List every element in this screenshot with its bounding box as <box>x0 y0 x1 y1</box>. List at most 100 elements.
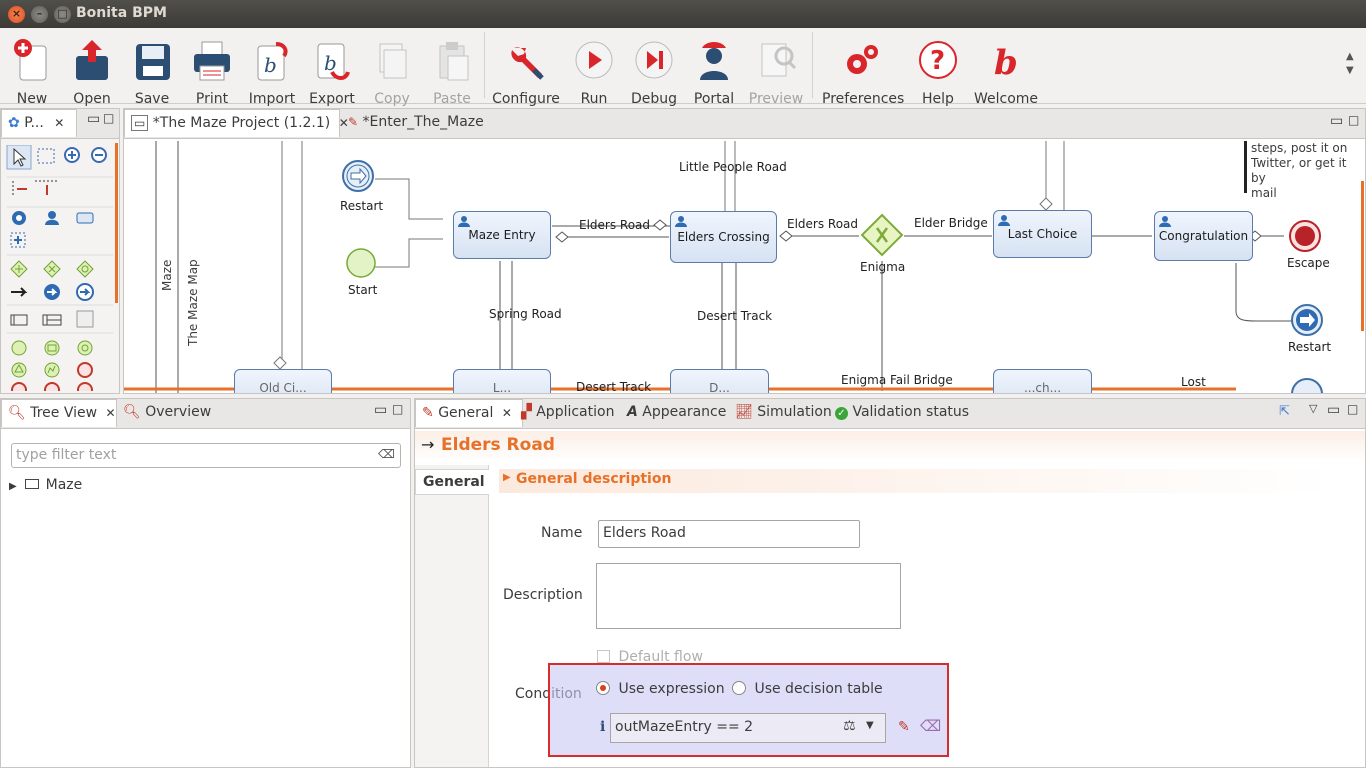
service-task-gear-icon[interactable] <box>12 211 26 225</box>
expression-type-scale-icon[interactable]: ⚖ <box>843 718 856 734</box>
flow-label-elders-road-2[interactable]: Elders Road <box>787 217 858 231</box>
end-event-icon[interactable] <box>77 362 93 378</box>
parallel-gateway-icon[interactable] <box>10 260 28 278</box>
message-flow-tool-icon[interactable] <box>35 180 59 195</box>
call-activity-icon[interactable] <box>76 212 94 224</box>
radio-unselected-icon[interactable] <box>732 681 746 695</box>
task-partial-1[interactable]: Old Ci... <box>234 369 332 393</box>
flow-label-little-people-road[interactable]: Little People Road <box>679 160 787 174</box>
task-partial-4[interactable]: ...ch... <box>993 369 1092 393</box>
partial-event-icon[interactable] <box>1290 377 1324 393</box>
flow-label-spring-road[interactable]: Spring Road <box>489 307 562 321</box>
description-field[interactable] <box>596 563 901 629</box>
escape-end-event-icon[interactable] <box>1288 219 1322 253</box>
restart-event-icon[interactable] <box>341 159 375 193</box>
exclusive-gateway-icon[interactable] <box>43 260 61 278</box>
message-start-event-icon[interactable] <box>44 340 60 356</box>
name-field[interactable]: Elders Road <box>598 520 860 548</box>
flow-label-lost[interactable]: Lost <box>1181 375 1206 389</box>
tab-palette[interactable]: ✿ P... ✕ <box>1 109 77 137</box>
canvas-scroll-indicator[interactable] <box>1361 181 1364 331</box>
flow-label-desert-track[interactable]: Desert Track <box>697 309 772 323</box>
expand-arrow-icon[interactable]: ▶ <box>9 481 17 492</box>
task-congratulation[interactable]: Congratulation <box>1154 211 1253 261</box>
use-decision-table-radio[interactable]: Use decision table <box>732 681 883 697</box>
tree-filter-input[interactable]: type filter text ⌫ <box>11 443 401 468</box>
lane-label-maze-map[interactable]: The Maze Map <box>186 259 200 346</box>
expression-field[interactable]: outMazeEntry == 2 ⚖ ▼ <box>610 713 886 743</box>
terminate-end-event-icon[interactable] <box>11 382 27 398</box>
tab-simulation[interactable]: 📈︎ Simulation <box>729 399 832 427</box>
sequence-flow-tool-icon[interactable] <box>12 181 27 197</box>
text-annotation[interactable]: steps, post it on Twitter, or get it by … <box>1244 141 1362 200</box>
view-menu-chevron-icon[interactable]: ▽ <box>1309 402 1317 415</box>
task-partial-2[interactable]: L... <box>453 369 551 393</box>
start-event-icon[interactable] <box>345 247 377 279</box>
close-icon[interactable]: ✕ <box>502 406 512 420</box>
diagram-canvas[interactable]: Maze The Maze Map Restart Start Maze Ent… <box>124 141 1365 393</box>
flow-label-elder-bridge[interactable]: Elder Bridge <box>914 216 988 230</box>
tree-item-maze[interactable]: ▶ Maze <box>9 477 82 497</box>
marquee-tool-icon[interactable] <box>37 148 55 164</box>
close-icon[interactable]: ✕ <box>54 116 64 130</box>
inclusive-gateway-icon[interactable] <box>76 260 94 278</box>
maximize-window-button[interactable]: □ <box>54 6 71 23</box>
toolbar-overflow-chevron-icon[interactable]: ▲ ▼ <box>1346 50 1354 78</box>
minimize-icon[interactable]: ▭ <box>1330 113 1343 129</box>
palette-scroll-indicator[interactable] <box>115 143 118 303</box>
edit-expression-pencil-icon[interactable]: ✎ <box>898 719 910 735</box>
restart-throw-event-icon[interactable] <box>1290 303 1324 337</box>
zoom-in-icon[interactable] <box>64 147 80 163</box>
enigma-gateway-icon[interactable] <box>860 213 904 257</box>
task-maze-entry[interactable]: Maze Entry <box>453 211 551 259</box>
maximize-icon[interactable]: □ <box>1347 402 1358 416</box>
flow-label-desert-track-2[interactable]: Desert Track <box>576 380 651 393</box>
configure-button[interactable]: Configure <box>492 34 560 107</box>
tab-appearance[interactable]: A Appearance <box>621 399 731 427</box>
tab-maze-project[interactable]: ▭ *The Maze Project (1.2.1) ✕ <box>124 109 349 137</box>
signal-start-event-icon[interactable] <box>11 362 27 378</box>
pool-label-maze[interactable]: Maze <box>160 260 174 291</box>
maximize-icon[interactable]: □ <box>1348 113 1359 127</box>
close-icon[interactable]: ✕ <box>106 406 116 420</box>
task-partial-3[interactable]: D... <box>670 369 769 393</box>
tab-general[interactable]: ✎ General ✕ <box>415 399 523 427</box>
flow-label-enigma-fail-bridge[interactable]: Enigma Fail Bridge <box>841 373 953 387</box>
close-window-button[interactable]: × <box>8 6 25 23</box>
radio-selected-icon[interactable] <box>596 681 610 695</box>
section-general-description[interactable]: ▶ General description <box>499 469 1339 493</box>
error-end-event-icon[interactable] <box>44 382 60 398</box>
tab-overview[interactable]: 🔍︎ Overview <box>117 399 211 427</box>
arrow-tool-icon[interactable] <box>11 287 28 297</box>
minimize-icon[interactable]: ▭ <box>374 402 387 418</box>
help-button[interactable]: ? Help <box>908 34 968 107</box>
paste-button[interactable]: Paste <box>422 34 482 107</box>
clear-filter-icon[interactable]: ⌫ <box>378 447 395 461</box>
minimize-icon[interactable]: ▭ <box>87 111 100 127</box>
lane-icon[interactable] <box>42 314 62 326</box>
checkbox-box[interactable] <box>597 650 610 663</box>
start-event-icon[interactable] <box>11 340 27 356</box>
select-tool-icon[interactable] <box>6 144 32 170</box>
intermediate-catch-icon[interactable] <box>76 283 94 301</box>
side-tab-general[interactable]: General <box>415 469 489 495</box>
tab-validation-status[interactable]: ✓ Validation status <box>829 399 975 427</box>
preferences-button[interactable]: Preferences <box>822 34 904 107</box>
subprocess-icon[interactable] <box>10 232 26 248</box>
minimize-icon[interactable]: ▭ <box>1327 402 1340 418</box>
error-start-event-icon[interactable] <box>44 362 60 378</box>
minimize-window-button[interactable]: – <box>31 6 48 23</box>
maximize-icon[interactable]: □ <box>103 111 114 125</box>
portal-button[interactable]: Portal <box>684 34 744 107</box>
text-annotation-icon[interactable] <box>76 310 94 328</box>
task-elders-crossing[interactable]: Elders Crossing <box>670 211 777 263</box>
tab-enter-the-maze[interactable]: ✎ *Enter_The_Maze <box>342 109 510 137</box>
zoom-out-icon[interactable] <box>91 147 107 163</box>
use-expression-radio[interactable]: Use expression <box>596 681 725 697</box>
signal-end-event-icon[interactable] <box>77 382 93 398</box>
timer-start-event-icon[interactable] <box>77 340 93 356</box>
tab-tree-view[interactable]: 🔍︎ Tree View ✕ <box>1 399 117 427</box>
preview-button[interactable]: Preview <box>746 34 806 107</box>
flow-label-elders-road-1[interactable]: Elders Road <box>579 218 650 232</box>
pool-icon[interactable] <box>10 314 28 326</box>
